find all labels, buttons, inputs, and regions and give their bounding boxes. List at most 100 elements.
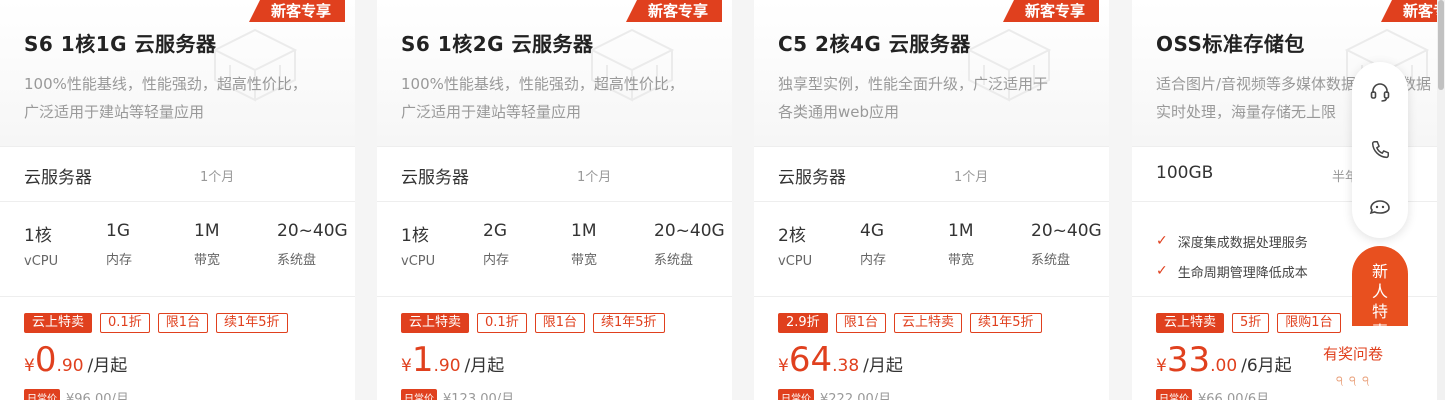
- duration-select[interactable]: 1个月: [200, 166, 234, 185]
- spec-label: 系统盘: [1031, 253, 1071, 268]
- price-decimal: .90: [56, 356, 84, 376]
- spec-item: 4G 内存: [860, 221, 886, 268]
- config-type[interactable]: 云服务器: [24, 163, 92, 188]
- promo-tag: 限1台: [157, 313, 208, 333]
- config-type[interactable]: 100GB: [1156, 163, 1213, 183]
- original-price-tag: 日常价: [778, 389, 814, 400]
- spec-value: 1G: [106, 221, 130, 241]
- promo-tags: 云上特卖 0.1折 限1台 续1年5折: [24, 313, 288, 333]
- spec-item: 2核 vCPU: [778, 221, 812, 269]
- spec-item: 1G 内存: [106, 221, 132, 268]
- config-selector[interactable]: 云服务器 1个月: [0, 146, 355, 202]
- duration-select[interactable]: 1个月: [577, 166, 611, 185]
- spec-label: 带宽: [948, 253, 975, 268]
- spec-item: 20~40G 系统盘: [654, 221, 725, 268]
- new-customer-badge: 新客专享: [248, 0, 345, 22]
- spec-value: 20~40G: [1031, 221, 1102, 241]
- card-header: 新客专享 S6 1核2G 云服务器 100%性能基线，性能强劲，超高性价比， 广泛适用…: [377, 0, 732, 146]
- feature-list: ✓ 深度集成数据处理服务 ✓ 生命周期管理降低成本: [1156, 226, 1308, 286]
- duration-select[interactable]: 1个月: [954, 166, 988, 185]
- scrollbar[interactable]: [1437, 0, 1445, 400]
- description-line: 各类通用web应用: [778, 103, 900, 121]
- survey-decoration: ੧੧੧: [1336, 374, 1376, 389]
- config-selector[interactable]: 云服务器 1个月: [754, 146, 1109, 202]
- price-currency: ¥: [778, 356, 789, 376]
- spec-label: vCPU: [778, 254, 813, 269]
- price-unit: /月起: [464, 356, 505, 376]
- scrollbar-thumb[interactable]: [1438, 0, 1444, 90]
- spec-grid: 1核 vCPU 2G 内存 1M 带宽 20~40G 系统盘: [377, 203, 732, 297]
- original-price-value: ¥222.00/月: [820, 392, 892, 400]
- config-selector[interactable]: 云服务器 1个月: [377, 146, 732, 202]
- product-card[interactable]: 新客专享 C5 2核4G 云服务器 独享型实例，性能全面升级，广泛适用于 各类通用we…: [754, 0, 1109, 400]
- price-unit: /月起: [863, 356, 903, 376]
- product-title[interactable]: C5 2核4G 云服务器: [778, 28, 971, 57]
- promo-tags: 2.9折 限1台 云上特卖 续1年5折: [778, 313, 1042, 333]
- original-price: 日常价 ¥222.00/月: [778, 388, 891, 400]
- product-description: 100%性能基线，性能强劲，超高性价比， 广泛适用于建站等轻量应用: [401, 70, 721, 126]
- original-price-tag: 日常价: [1156, 389, 1192, 400]
- price: ¥33.00/6月起: [1156, 340, 1292, 380]
- price-decimal: .38: [832, 356, 860, 376]
- price-integer: 64: [788, 340, 833, 380]
- price-unit: /6月起: [1241, 356, 1292, 376]
- spec-value: 1M: [571, 221, 597, 241]
- survey-link[interactable]: 有奖问卷: [1323, 343, 1383, 364]
- card-header: 新客专享 C5 2核4G 云服务器 独享型实例，性能全面升级，广泛适用于 各类通用we…: [754, 0, 1109, 146]
- spec-label: 内存: [860, 253, 887, 268]
- product-card[interactable]: 新客专享 S6 1核1G 云服务器 100%性能基线，性能强劲，超高性价比， 广泛适用…: [0, 0, 355, 400]
- phone-icon[interactable]: [1366, 136, 1394, 164]
- product-title[interactable]: S6 1核2G 云服务器: [401, 28, 594, 57]
- price-integer: 0: [34, 340, 57, 380]
- promo-tag: 续1年5折: [969, 313, 1042, 333]
- promo-tag: 限1台: [534, 313, 585, 333]
- spec-item: 1核 vCPU: [401, 221, 435, 269]
- price-currency: ¥: [401, 356, 412, 376]
- promo-tag: 0.1折: [100, 313, 150, 333]
- promo-char: 特: [1371, 302, 1388, 321]
- promo-char: 人: [1371, 282, 1388, 301]
- product-card-list: 新客专享 S6 1核1G 云服务器 100%性能基线，性能强劲，超高性价比， 广泛适用…: [0, 0, 1445, 400]
- price-currency: ¥: [24, 356, 35, 376]
- spec-item: 1M 带宽: [571, 221, 597, 268]
- spec-value: 1核: [401, 226, 429, 246]
- new-user-promo-button[interactable]: 新人特惠: [1352, 246, 1408, 341]
- spec-item: 1M 带宽: [194, 221, 220, 268]
- product-card[interactable]: 新客专享 S6 1核2G 云服务器 100%性能基线，性能强劲，超高性价比， 广泛适用…: [377, 0, 732, 400]
- spec-item: 20~40G 系统盘: [277, 221, 348, 268]
- spec-grid: 2核 vCPU 4G 内存 1M 带宽 20~40G 系统盘: [754, 203, 1109, 297]
- spec-value: 1M: [948, 221, 974, 241]
- promo-tag: 限1台: [835, 313, 886, 333]
- feature-item: ✓ 生命周期管理降低成本: [1156, 256, 1308, 286]
- price-decimal: .00: [1210, 356, 1238, 376]
- headset-icon[interactable]: [1366, 78, 1394, 106]
- feature-item: ✓ 深度集成数据处理服务: [1156, 226, 1308, 256]
- new-customer-badge: 新客专享: [1380, 0, 1445, 22]
- check-icon: ✓: [1156, 233, 1168, 249]
- new-customer-badge: 新客专享: [1002, 0, 1099, 22]
- promo-tag: 0.1折: [477, 313, 527, 333]
- config-type[interactable]: 云服务器: [778, 163, 846, 188]
- spec-label: 系统盘: [654, 253, 694, 268]
- promo-tag: 2.9折: [778, 313, 828, 333]
- spec-item: 2G 内存: [483, 221, 509, 268]
- chat-bot-icon[interactable]: [1366, 192, 1394, 220]
- product-title[interactable]: OSS标准存储包: [1156, 28, 1305, 57]
- new-customer-badge: 新客专享: [625, 0, 722, 22]
- promo-char: 新: [1371, 262, 1388, 281]
- price: ¥0.90/月起: [24, 340, 127, 380]
- original-price-tag: 日常价: [24, 389, 60, 400]
- spec-value: 4G: [860, 221, 884, 241]
- spec-value: 2核: [778, 226, 806, 246]
- spec-value: 20~40G: [277, 221, 348, 241]
- description-line: 100%性能基线，性能强劲，超高性价比，: [401, 75, 684, 93]
- promo-char: 惠: [1371, 322, 1388, 341]
- original-price-value: ¥123.00/月: [443, 392, 515, 400]
- product-title[interactable]: S6 1核1G 云服务器: [24, 28, 217, 57]
- description-line: 100%性能基线，性能强劲，超高性价比，: [24, 75, 307, 93]
- config-type[interactable]: 云服务器: [401, 163, 469, 188]
- price-currency: ¥: [1156, 356, 1167, 376]
- spec-label: 带宽: [571, 253, 598, 268]
- original-price-value: ¥96.00/月: [66, 392, 129, 400]
- promo-tags: 云上特卖 0.1折 限1台 续1年5折: [401, 313, 665, 333]
